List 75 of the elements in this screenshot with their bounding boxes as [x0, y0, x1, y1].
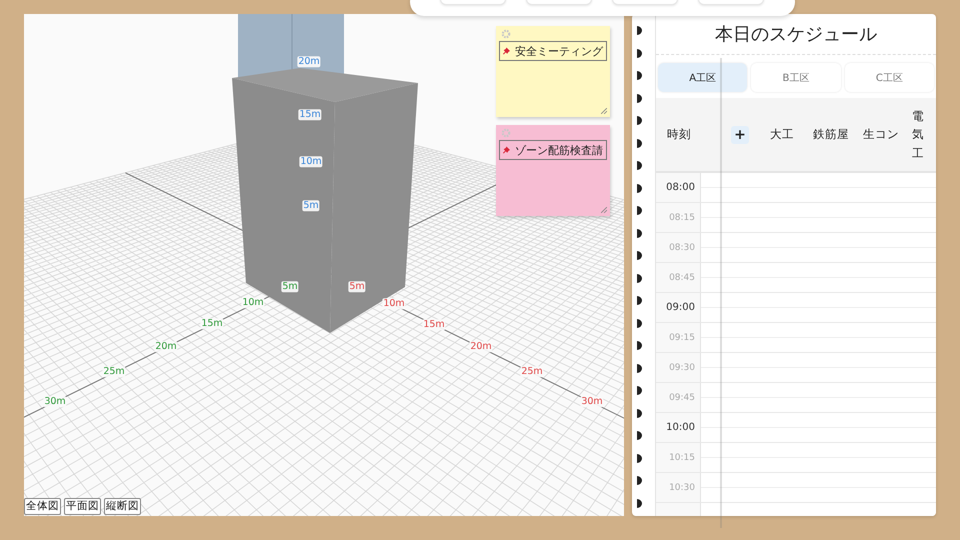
time-label: 10:15: [656, 443, 701, 472]
column-header: 生コン: [862, 127, 900, 142]
binder-ring-icon: [637, 431, 643, 440]
binder-ring-icon: [637, 341, 643, 350]
column-header: 鉄筋屋: [812, 127, 850, 142]
binder-ring-icon: [637, 138, 643, 148]
axis-label: 10m: [382, 298, 406, 310]
binder-ring-icon: [637, 318, 643, 328]
zone-tab[interactable]: C工区: [844, 63, 934, 92]
note-title: ゾーン配筋検査請: [515, 142, 603, 158]
binder-ring-icon: [637, 476, 643, 485]
note-title-field[interactable]: 安全ミーティング: [499, 41, 607, 61]
view-button[interactable]: 平面図: [64, 498, 101, 515]
time-label: 08:15: [656, 203, 701, 232]
axis-label: 10m: [241, 297, 265, 308]
binder-ring-icon: [637, 228, 643, 238]
binder-ring-icon: [637, 161, 643, 170]
resize-grip-icon[interactable]: [601, 108, 607, 114]
zone-tab[interactable]: B工区: [751, 63, 841, 92]
pin-icon: [503, 46, 510, 56]
axis-label: 25m: [102, 366, 126, 378]
column-header: 大工: [769, 127, 795, 142]
time-label: 10:00: [656, 413, 701, 442]
note-title: 安全ミーティング: [515, 44, 603, 58]
view-button[interactable]: 縦断図: [104, 498, 141, 515]
column-header: 電気工: [912, 108, 924, 162]
time-label: 10:30: [656, 473, 701, 502]
resize-grip-icon[interactable]: [601, 207, 607, 213]
zone-tab[interactable]: A工区: [658, 63, 748, 92]
time-label: 09:45: [656, 383, 701, 412]
binder-ring-icon: [637, 274, 643, 282]
axis-label: 5m: [348, 281, 366, 292]
time-label: 09:15: [656, 323, 701, 352]
axis-label: 25m: [520, 366, 544, 378]
sticky-note[interactable]: ゾーン配筋検査請: [496, 125, 610, 216]
axis-label: 20m: [297, 56, 321, 68]
binder-ring-icon: [637, 184, 643, 192]
binder-ring-icon: [637, 498, 643, 508]
axis-label: 20m: [469, 341, 493, 352]
view-button[interactable]: 全体図: [24, 498, 61, 515]
time-label: 09:30: [656, 353, 701, 382]
binder-ring-icon: [637, 408, 643, 418]
binder-ring-icon: [637, 206, 643, 215]
binder-ring-icon: [637, 454, 643, 462]
axis-label: 20m: [154, 341, 178, 352]
binder-ring-icon: [637, 48, 643, 58]
axis-label: 30m: [43, 396, 67, 408]
axis-label: 10m: [299, 156, 323, 168]
binder-ring-icon: [637, 296, 643, 305]
binder-ring-icon: [637, 116, 643, 125]
sticky-note[interactable]: 安全ミーティング: [496, 26, 610, 117]
time-label: 08:45: [656, 263, 701, 292]
binder-ring-icon: [637, 364, 643, 372]
axis-label: 15m: [422, 319, 446, 330]
binder-ring-icon: [637, 94, 643, 102]
axis-label: 15m: [200, 318, 224, 330]
binder-ring-icon: [637, 386, 643, 395]
schedule-title: 本日のスケジュール: [656, 14, 936, 55]
add-column-button[interactable]: +: [731, 126, 749, 144]
3d-viewport[interactable]: 5m 10m 15m 20m 25m 30m 5m 10m 15m 20m 25m 30m 20m 15m 10m 5m 安全ミーティング ゾーン配筋検査請 全体図 平面図 縦断図: [24, 14, 624, 516]
gear-icon[interactable]: [501, 128, 511, 138]
axis-label: 30m: [580, 396, 604, 408]
pin-icon: [503, 145, 510, 155]
time-label: 09:00: [656, 293, 701, 322]
binder-ring-icon: [637, 71, 643, 80]
axis-label: 5m: [302, 200, 320, 212]
binder-ring-icon: [637, 26, 643, 35]
note-title-field[interactable]: ゾーン配筋検査請: [499, 140, 607, 160]
gear-icon[interactable]: [501, 29, 511, 39]
column-header: 時刻: [666, 127, 692, 142]
axis-label: 5m: [281, 281, 299, 292]
time-label: 08:00: [656, 173, 701, 202]
time-label: 08:30: [656, 233, 701, 262]
axis-label: 15m: [298, 109, 322, 120]
binder-ring-icon: [637, 251, 643, 260]
